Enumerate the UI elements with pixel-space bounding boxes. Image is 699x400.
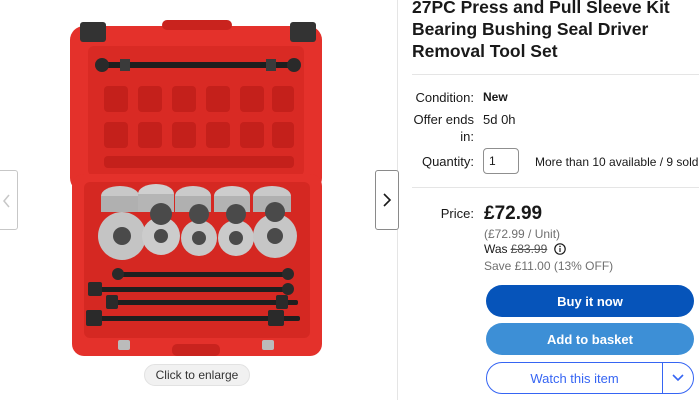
click-to-enlarge-button[interactable]: Click to enlarge [144,364,250,386]
quantity-input[interactable]: 1 [483,148,519,174]
product-image[interactable] [62,14,330,359]
was-price-row: Was £83.99 [484,242,567,256]
price-divider [412,187,699,188]
offer-ends-label: Offer ends in: [412,111,474,145]
price-label: Price: [440,206,474,221]
item-title: 27PC Press and Pull Sleeve Kit Bearing B… [412,0,670,61]
quantity-label: Quantity: [421,154,474,169]
watch-options-button[interactable] [663,373,693,383]
condition-label: Condition: [415,90,474,105]
title-divider [412,74,699,75]
chevron-left-icon [3,194,10,208]
was-price: £83.99 [510,242,548,256]
availability-text: More than 10 available / 9 sold [535,155,699,169]
info-icon[interactable] [554,243,567,255]
item-details: 27PC Press and Pull Sleeve Kit Bearing B… [399,0,699,400]
savings-text: Save £11.00 (13% OFF) [484,259,614,273]
condition-value: New [483,90,508,104]
chevron-down-icon [672,374,684,382]
offer-ends-label-line1: Offer ends [413,112,474,127]
watch-item-control: Watch this item [486,362,694,394]
previous-image-button[interactable] [0,170,18,230]
image-gallery: Click to enlarge [0,0,399,400]
unit-price: (£72.99 / Unit) [484,227,561,241]
buy-it-now-button[interactable]: Buy it now [486,285,694,317]
offer-ends-value: 5d 0h [483,112,516,127]
add-to-basket-button[interactable]: Add to basket [486,323,694,355]
chevron-right-icon [383,193,392,207]
watch-item-button[interactable]: Watch this item [487,371,662,386]
price-value: £72.99 [484,203,543,224]
offer-ends-label-line2: in: [460,129,474,144]
next-image-button[interactable] [375,170,399,230]
was-label: Was [484,242,508,256]
listing-page: Click to enlarge 27PC Press and Pull Sle… [0,0,699,400]
